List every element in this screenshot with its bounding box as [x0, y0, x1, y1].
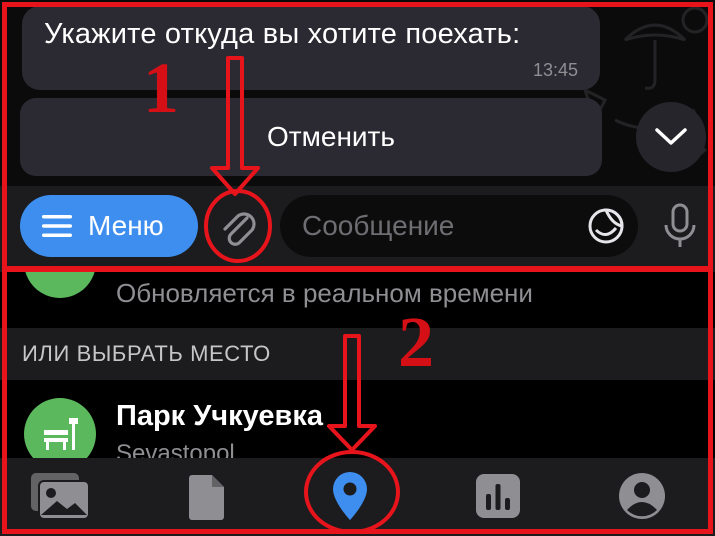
chat-panel: Укажите откуда вы хотите поехать: 13:45 … [0, 0, 715, 272]
message-text: Укажите откуда вы хотите поехать: [44, 18, 521, 50]
tab-poll[interactable] [466, 466, 530, 526]
file-icon [189, 475, 224, 520]
location-picker: Обновляется в реальном времени ИЛИ ВЫБРА… [0, 272, 715, 536]
cancel-button[interactable]: Отменить [20, 98, 602, 176]
message-input-bar: Меню [0, 186, 715, 272]
location-pin-icon [333, 472, 367, 520]
microphone-icon[interactable] [660, 201, 700, 251]
chevron-down-icon [655, 128, 687, 145]
place-name: Парк Учкуевка [116, 400, 323, 432]
gallery-icon [31, 473, 90, 520]
tab-contact[interactable] [610, 466, 674, 526]
menu-button[interactable]: Меню [20, 195, 198, 257]
cancel-button-label: Отменить [267, 121, 395, 152]
message-input[interactable] [280, 195, 638, 257]
contact-icon [619, 473, 665, 519]
annotation-step-2: 2 [398, 302, 434, 382]
tab-file[interactable] [176, 466, 240, 526]
paperclip-icon [223, 212, 256, 246]
menu-button-label: Меню [88, 210, 164, 241]
live-location-icon [24, 272, 96, 298]
attach-button[interactable] [212, 201, 262, 251]
hamburger-icon [42, 215, 72, 237]
tab-gallery[interactable] [28, 466, 92, 526]
live-location-subtitle: Обновляется в реальном времени [116, 278, 533, 308]
message-time: 13:45 [532, 60, 578, 80]
tab-location[interactable] [318, 466, 382, 526]
sticker-icon[interactable] [586, 206, 626, 246]
message-bubble: Укажите откуда вы хотите поехать: 13:45 [22, 6, 600, 90]
scroll-down-button[interactable] [636, 102, 706, 172]
attachment-tabbar [0, 458, 715, 536]
live-location-row[interactable]: Обновляется в реальном времени [0, 272, 715, 328]
section-header: ИЛИ ВЫБРАТЬ МЕСТО [0, 328, 715, 380]
poll-icon [476, 474, 520, 518]
place-list-item[interactable]: Парк Учкуевка Sevastopol [0, 382, 715, 470]
annotation-step-1: 1 [143, 48, 179, 128]
